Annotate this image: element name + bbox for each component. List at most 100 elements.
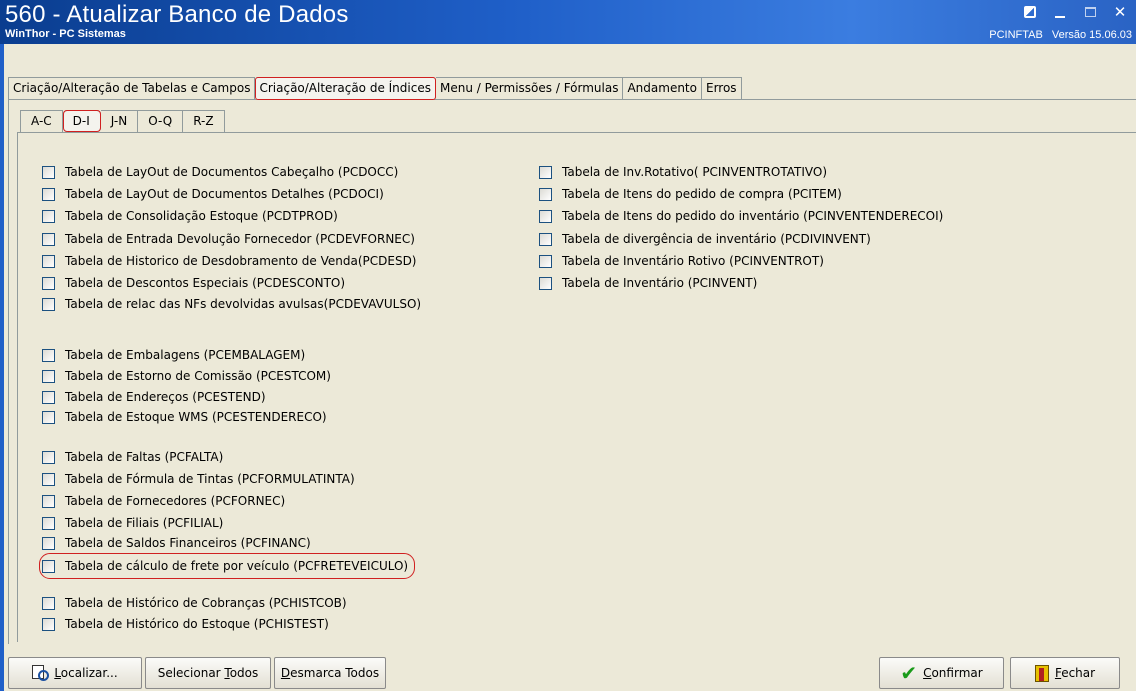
maximize-button[interactable]: [1082, 4, 1098, 20]
checkbox[interactable]: [539, 232, 552, 246]
checkbox-item[interactable]: Tabela de Fornecedores (PCFORNEC): [42, 491, 285, 511]
checkbox[interactable]: [539, 209, 552, 223]
checkbox[interactable]: [42, 369, 55, 383]
checkbox-item[interactable]: Tabela de Saldos Financeiros (PCFINANC): [42, 533, 311, 553]
selecionar-todos-label: Selecionar Todos: [157, 666, 259, 680]
checkbox-item[interactable]: Tabela de Inventário (PCINVENT): [539, 273, 757, 293]
checkbox-label: Tabela de LayOut de Documentos Detalhes …: [65, 187, 384, 201]
checkbox-item[interactable]: Tabela de Descontos Especiais (PCDESCONT…: [42, 273, 345, 293]
checkbox-item[interactable]: Tabela de Inv.Rotativo( PCINVENTROTATIVO…: [539, 162, 827, 182]
tab-tabelas-campos[interactable]: Criação/Alteração de Tabelas e Campos: [8, 77, 256, 99]
checkbox-label: Tabela de Faltas (PCFALTA): [65, 450, 224, 464]
minimize-button[interactable]: [1052, 4, 1068, 20]
sub-tabs: A-C D-I J-N O-Q R-Z: [20, 110, 225, 132]
checkbox-item[interactable]: Tabela de LayOut de Documentos Cabeçalho…: [42, 162, 398, 182]
checkbox-item[interactable]: Tabela de Faltas (PCFALTA): [42, 447, 223, 467]
table-name: PCINFTAB: [989, 29, 1043, 41]
checkbox[interactable]: [42, 559, 55, 573]
confirmar-button[interactable]: ✔ Confirmar: [879, 657, 1004, 689]
tab-andamento[interactable]: Andamento: [623, 77, 702, 99]
fechar-button[interactable]: Fechar: [1010, 657, 1120, 689]
checkbox-label: Tabela de Inv.Rotativo( PCINVENTROTATIVO…: [562, 165, 828, 179]
checkbox-item[interactable]: Tabela de Filiais (PCFILIAL): [42, 513, 223, 533]
header-info: PCINFTAB Versão 15.06.03: [983, 29, 1132, 41]
checkbox-item[interactable]: Tabela de divergência de inventário (PCD…: [539, 229, 871, 249]
checkbox-item[interactable]: Tabela de Entrada Devolução Fornecedor (…: [42, 229, 415, 249]
checkbox-item[interactable]: Tabela de Historico de Desdobramento de …: [42, 251, 417, 271]
localizar-label: Localizar...: [54, 666, 118, 680]
subtab-r-z[interactable]: R-Z: [183, 110, 225, 132]
checkbox-item[interactable]: Tabela de Histórico de Cobranças (PCHIST…: [42, 593, 347, 613]
checkbox-label: Tabela de Estorno de Comissão (PCESTCOM): [65, 369, 331, 383]
checkbox[interactable]: [539, 254, 552, 268]
checkbox-label: Tabela de Filiais (PCFILIAL): [65, 516, 224, 530]
checkbox-label: Tabela de relac das NFs devolvidas avuls…: [65, 297, 422, 311]
subtab-j-n[interactable]: J-N: [100, 110, 139, 132]
close-button[interactable]: ✕: [1112, 4, 1128, 20]
restore-button[interactable]: [1022, 4, 1038, 20]
checkbox-label: Tabela de Fornecedores (PCFORNEC): [65, 494, 286, 508]
checkbox-item[interactable]: Tabela de Inventário Rotivo (PCINVENTROT…: [539, 251, 824, 271]
checkbox-item[interactable]: Tabela de LayOut de Documentos Detalhes …: [42, 184, 384, 204]
title-bar: 560 - Atualizar Banco de Dados WinThor -…: [0, 0, 1136, 44]
tab-menu-permissoes[interactable]: Menu / Permissões / Fórmulas: [435, 77, 624, 99]
checkbox[interactable]: [42, 297, 55, 311]
checkbox-item[interactable]: Tabela de relac das NFs devolvidas avuls…: [42, 294, 421, 314]
checkbox-label: Tabela de Embalagens (PCEMBALAGEM): [65, 348, 306, 362]
checkbox[interactable]: [42, 276, 55, 290]
checkbox-label: Tabela de Itens do pedido do inventário …: [562, 209, 944, 223]
checkbox-item[interactable]: Tabela de Histórico do Estoque (PCHISTES…: [42, 614, 329, 634]
restore-icon: [1024, 6, 1036, 18]
checkbox[interactable]: [42, 410, 55, 424]
checkbox[interactable]: [42, 232, 55, 246]
desmarca-todos-button[interactable]: Desmarca Todos: [274, 657, 386, 689]
checkbox[interactable]: [42, 516, 55, 530]
subtab-d-i[interactable]: D-I: [62, 110, 101, 132]
checkbox-label: Tabela de Histórico de Cobranças (PCHIST…: [65, 596, 347, 610]
checkbox[interactable]: [42, 536, 55, 550]
tab-erros[interactable]: Erros: [701, 77, 742, 99]
checkbox-item[interactable]: Tabela de Estorno de Comissão (PCESTCOM): [42, 366, 331, 386]
maximize-icon: [1084, 7, 1096, 17]
localizar-button[interactable]: Localizar...: [8, 657, 142, 689]
subtab-a-c[interactable]: A-C: [20, 110, 63, 132]
checkbox[interactable]: [539, 276, 552, 290]
checkbox[interactable]: [42, 348, 55, 362]
checkbox[interactable]: [539, 187, 552, 201]
checkbox-item[interactable]: Tabela de Estoque WMS (PCESTENDERECO): [42, 407, 327, 427]
exit-door-icon: [1034, 664, 1049, 682]
checkbox[interactable]: [42, 390, 55, 404]
selecionar-todos-button[interactable]: Selecionar Todos: [145, 657, 271, 689]
checkbox-item-highlighted[interactable]: Tabela de cálculo de frete por veículo (…: [38, 553, 416, 579]
window-left-border: [0, 44, 4, 691]
checkbox-label: Tabela de cálculo de frete por veículo (…: [65, 559, 409, 573]
checkbox-item[interactable]: Tabela de Itens do pedido de compra (PCI…: [539, 184, 842, 204]
checkbox[interactable]: [539, 165, 552, 179]
checkbox[interactable]: [42, 450, 55, 464]
checkbox[interactable]: [42, 617, 55, 631]
checkbox[interactable]: [42, 254, 55, 268]
checkbox-item[interactable]: Tabela de Endereços (PCESTEND): [42, 387, 266, 407]
checkbox[interactable]: [42, 596, 55, 610]
checkbox[interactable]: [42, 472, 55, 486]
checkbox[interactable]: [42, 187, 55, 201]
checkbox-item[interactable]: Tabela de Consolidação Estoque (PCDTPROD…: [42, 206, 338, 226]
version-label: Versão 15.06.03: [1051, 29, 1132, 41]
checkbox[interactable]: [42, 209, 55, 223]
checkbox-item[interactable]: Tabela de Embalagens (PCEMBALAGEM): [42, 345, 305, 365]
search-icon: [32, 665, 50, 681]
checkbox-item[interactable]: Tabela de Fórmula de Tintas (PCFORMULATI…: [42, 469, 355, 489]
fechar-label: Fechar: [1054, 666, 1096, 680]
checkbox-label: Tabela de Descontos Especiais (PCDESCONT…: [65, 276, 346, 290]
checkbox-label: Tabela de Endereços (PCESTEND): [65, 390, 266, 404]
subtab-o-q[interactable]: O-Q: [138, 110, 184, 132]
minimize-icon: [1055, 16, 1065, 18]
check-icon: ✔: [900, 661, 918, 685]
checkbox-item[interactable]: Tabela de Itens do pedido do inventário …: [539, 206, 943, 226]
checkbox[interactable]: [42, 494, 55, 508]
checkbox[interactable]: [42, 165, 55, 179]
tab-indices[interactable]: Criação/Alteração de Índices: [255, 77, 436, 100]
window-subtitle: WinThor - PC Sistemas: [5, 28, 126, 40]
main-tabs: Criação/Alteração de Tabelas e Campos Cr…: [8, 77, 742, 100]
checkbox-label: Tabela de Itens do pedido de compra (PCI…: [562, 187, 842, 201]
